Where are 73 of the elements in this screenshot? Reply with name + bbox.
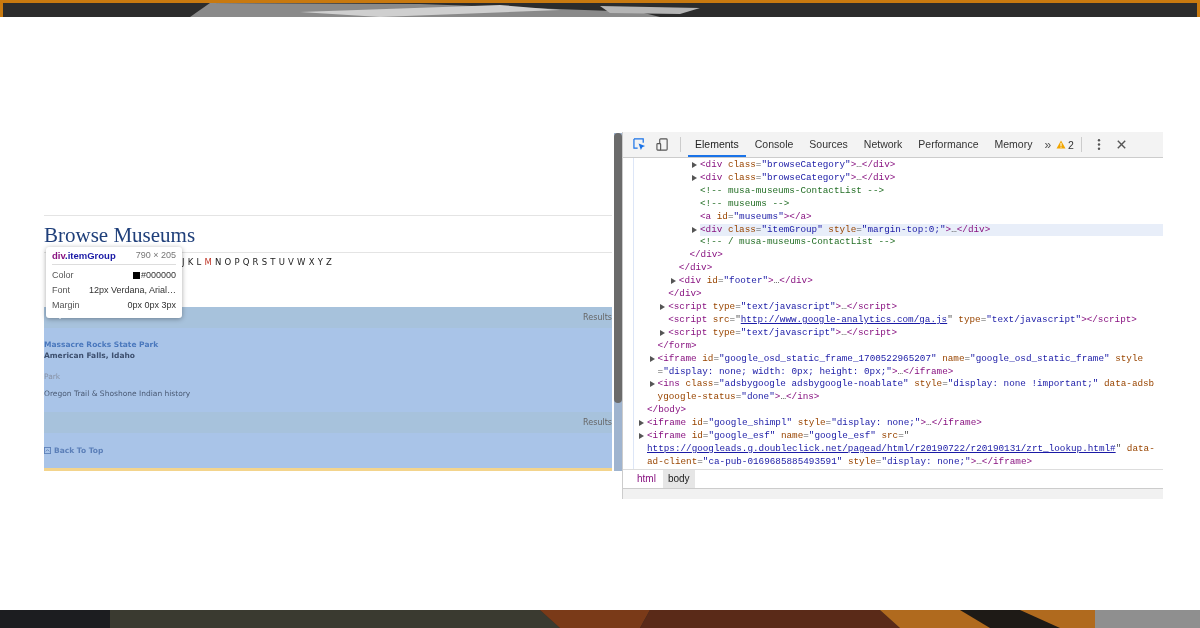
code-line[interactable]: <div class="browseCategory">…</div> xyxy=(700,159,1163,172)
expand-arrow-icon[interactable] xyxy=(670,278,676,285)
panel-tab[interactable]: Memory xyxy=(987,132,1040,157)
code-line[interactable]: </body> xyxy=(647,404,1163,418)
warning-count[interactable]: 2 xyxy=(1068,138,1074,151)
breadcrumb[interactable]: body xyxy=(662,469,695,488)
code-line[interactable]: </form> xyxy=(657,339,1163,353)
panel-tab[interactable]: Console xyxy=(747,132,801,157)
expand-arrow-icon[interactable] xyxy=(692,162,697,168)
scrollbar-thumb[interactable] xyxy=(614,133,622,403)
results-label: Results xyxy=(583,313,612,323)
page-heading: Browse Museums xyxy=(44,222,196,249)
letter-link[interactable]: U xyxy=(278,257,285,308)
property-label: Color xyxy=(52,269,74,282)
code-line[interactable]: <ins class="adsbygoogle adsbygoogle-noablate" style="display: none !important;" data-adsbygoogle-status="done">…</ins> xyxy=(657,378,1163,405)
panel-tab[interactable]: Elements xyxy=(688,132,746,157)
device-icon[interactable] xyxy=(656,138,669,151)
expand-arrow-icon[interactable] xyxy=(660,329,666,336)
code-line[interactable]: <iframe id="google_esf" name="google_esf" src=" https://googleads.g.doubleclick.net/pagead/html/r20190722/r20190131/zrt_lookup.html#" data-ad-client="ca-pub-0169685885493591" style="display: none;">…</iframe> xyxy=(647,430,1163,469)
expand-arrow-icon[interactable] xyxy=(660,303,666,310)
letter-link[interactable]: R xyxy=(252,257,259,308)
code-line[interactable]: <div id="footer">…</div> xyxy=(678,275,1163,289)
code-line[interactable]: <a id="museums"></a> xyxy=(700,210,1163,224)
letter-link[interactable]: K xyxy=(187,257,194,308)
code-line[interactable]: <!-- museums --> xyxy=(700,197,1163,211)
results-label: Results xyxy=(583,418,612,428)
expand-arrow-icon[interactable] xyxy=(692,174,697,181)
expand-arrow-icon[interactable] xyxy=(649,355,655,362)
breadcrumb[interactable]: html xyxy=(632,469,661,488)
code-line[interactable]: <div class="browseCategory">…</div> xyxy=(700,171,1163,185)
panel-tab[interactable]: Network xyxy=(856,132,910,157)
code-line[interactable]: <script type="text/javascript">…</script> xyxy=(668,300,1163,314)
element-size: 790 × 205 xyxy=(135,250,176,261)
letter-link[interactable]: S xyxy=(261,257,268,308)
expand-arrow-icon[interactable] xyxy=(639,433,644,440)
code-line[interactable]: </div> xyxy=(678,262,1163,276)
property-value: #000000 xyxy=(140,269,176,282)
expand-arrow-icon[interactable] xyxy=(649,381,655,388)
letter-link[interactable]: P xyxy=(234,257,240,308)
letter-link[interactable]: O xyxy=(224,257,232,308)
code-line[interactable]: <script src="http://www.google-analytics.com/ga.js" type="text/javascript"></script> xyxy=(668,313,1163,327)
arrow-up-icon xyxy=(44,447,51,455)
code-line[interactable]: </div> xyxy=(689,249,1163,263)
code-line[interactable]: <!-- / musa-museums-ContactList --> xyxy=(700,236,1163,250)
letter-link[interactable]: X xyxy=(308,257,315,308)
property-label: Margin xyxy=(52,299,80,312)
code-line[interactable]: <iframe id="google_shimpl" style="display: none;">…</iframe> xyxy=(647,417,1163,431)
more-options-icon[interactable] xyxy=(1096,138,1101,151)
letter-link[interactable]: V xyxy=(288,257,294,308)
expand-arrow-icon[interactable] xyxy=(639,420,644,427)
code-line[interactable]: <iframe id="google_osd_static_frame_1700522965207" name="google_osd_static_frame" style ="display: none; width: 0px; height: 0px;">…</iframe> xyxy=(657,352,1163,379)
letter-link[interactable]: Z xyxy=(326,257,332,308)
link[interactable]: http://www.google-analytics.com/ga.js xyxy=(740,313,948,327)
link[interactable]: https://googleads.g.doubleclick.net/pagead/html/r20190722/r20190131/zrt_lookup.html# xyxy=(647,442,1116,456)
warning-icon xyxy=(1056,140,1067,149)
letter-link[interactable]: T xyxy=(270,257,276,308)
panel-tab[interactable]: Sources xyxy=(802,132,855,157)
letter-link[interactable]: M xyxy=(204,257,212,308)
panel-tab[interactable]: Performance xyxy=(911,132,986,157)
code-line[interactable]: <!-- musa-museums-ContactList --> xyxy=(700,184,1163,198)
code-line[interactable]: <script type="text/javascript">…</script> xyxy=(668,326,1163,340)
letter-link[interactable]: L xyxy=(196,257,202,308)
element-selector: div.itemGroup xyxy=(52,250,116,261)
letter-link[interactable]: Y xyxy=(317,257,323,308)
letter-link[interactable]: W xyxy=(297,257,306,308)
code-line[interactable]: </div> xyxy=(668,288,1163,301)
letter-link[interactable]: Q xyxy=(242,257,250,308)
more-tabs-button[interactable]: » xyxy=(1041,137,1055,152)
property-value: 0px 0px 3px xyxy=(127,299,176,312)
letter-link[interactable]: N xyxy=(214,257,222,308)
inspect-icon[interactable] xyxy=(633,138,646,151)
property-value: 12px Verdana, Arial… xyxy=(88,284,176,297)
property-label: Font xyxy=(52,284,70,297)
